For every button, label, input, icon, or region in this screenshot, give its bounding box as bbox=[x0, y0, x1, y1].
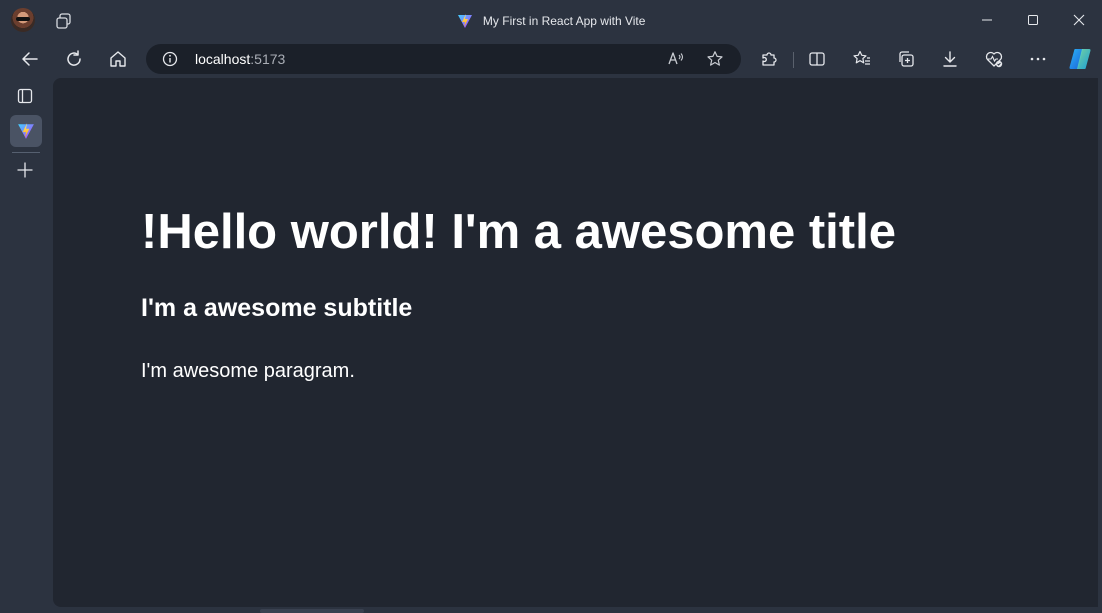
vite-logo-icon bbox=[18, 123, 34, 139]
info-icon[interactable] bbox=[162, 51, 178, 67]
address-bar[interactable]: localhost:5173 bbox=[146, 44, 741, 74]
window-title: My First in React App with Vite bbox=[482, 13, 646, 28]
downloads-button[interactable] bbox=[939, 48, 961, 70]
new-tab-icon[interactable] bbox=[16, 161, 34, 179]
heart-pulse-icon bbox=[985, 51, 1003, 68]
active-tab-vite[interactable] bbox=[10, 115, 42, 147]
minimize-button[interactable] bbox=[967, 6, 1007, 34]
vite-logo-icon bbox=[457, 13, 472, 28]
page-content: !Hello world! I'm a awesome title I'm a … bbox=[141, 202, 1071, 383]
refresh-icon bbox=[67, 50, 81, 66]
page-subtitle: I'm a awesome subtitle bbox=[141, 294, 413, 322]
sidebar-divider bbox=[12, 152, 40, 153]
more-icon bbox=[1030, 57, 1046, 61]
split-screen-icon bbox=[809, 52, 825, 66]
split-screen-button[interactable] bbox=[806, 48, 828, 70]
page-title: !Hello world! I'm a awesome title bbox=[141, 205, 896, 259]
puzzle-icon bbox=[762, 52, 777, 66]
url-port: :5173 bbox=[250, 51, 286, 67]
extensions-button[interactable] bbox=[758, 48, 780, 70]
copilot-icon[interactable] bbox=[1068, 47, 1092, 71]
back-button[interactable] bbox=[19, 48, 41, 70]
minimize-icon bbox=[982, 19, 992, 21]
download-icon bbox=[943, 51, 957, 67]
browser-window: My First in React App with Vite localhos… bbox=[0, 0, 1102, 613]
url-host: localhost bbox=[195, 51, 251, 67]
star-icon[interactable] bbox=[706, 50, 724, 68]
page-viewport: !Hello world! I'm a awesome title I'm a … bbox=[53, 78, 1098, 607]
close-button[interactable] bbox=[1059, 6, 1099, 34]
page-paragraph: I'm awesome paragram. bbox=[141, 360, 355, 382]
url-text[interactable]: localhost:5173 bbox=[195, 51, 285, 67]
more-button[interactable] bbox=[1027, 48, 1049, 70]
maximize-icon bbox=[1028, 15, 1038, 25]
back-arrow-icon bbox=[22, 52, 38, 66]
refresh-button[interactable] bbox=[63, 48, 85, 70]
title-bar: My First in React App with Vite bbox=[0, 0, 1102, 40]
favorites-button[interactable] bbox=[851, 48, 873, 70]
browser-essentials-button[interactable] bbox=[983, 48, 1005, 70]
maximize-button[interactable] bbox=[1013, 6, 1053, 34]
toolbar-separator bbox=[793, 52, 794, 68]
collections-icon bbox=[899, 51, 914, 67]
read-aloud-icon[interactable] bbox=[667, 50, 685, 68]
favorites-icon bbox=[853, 50, 870, 65]
close-icon bbox=[1073, 14, 1085, 26]
navigation-toolbar: localhost:5173 bbox=[0, 40, 1102, 78]
home-button[interactable] bbox=[107, 48, 129, 70]
vertical-tabs-sidebar bbox=[0, 78, 53, 613]
collections-button[interactable] bbox=[895, 48, 917, 70]
tab-actions-icon[interactable] bbox=[16, 87, 34, 105]
taskbar-hint bbox=[260, 609, 364, 613]
home-icon bbox=[110, 51, 126, 67]
window-title-area: My First in React App with Vite bbox=[0, 11, 1102, 30]
